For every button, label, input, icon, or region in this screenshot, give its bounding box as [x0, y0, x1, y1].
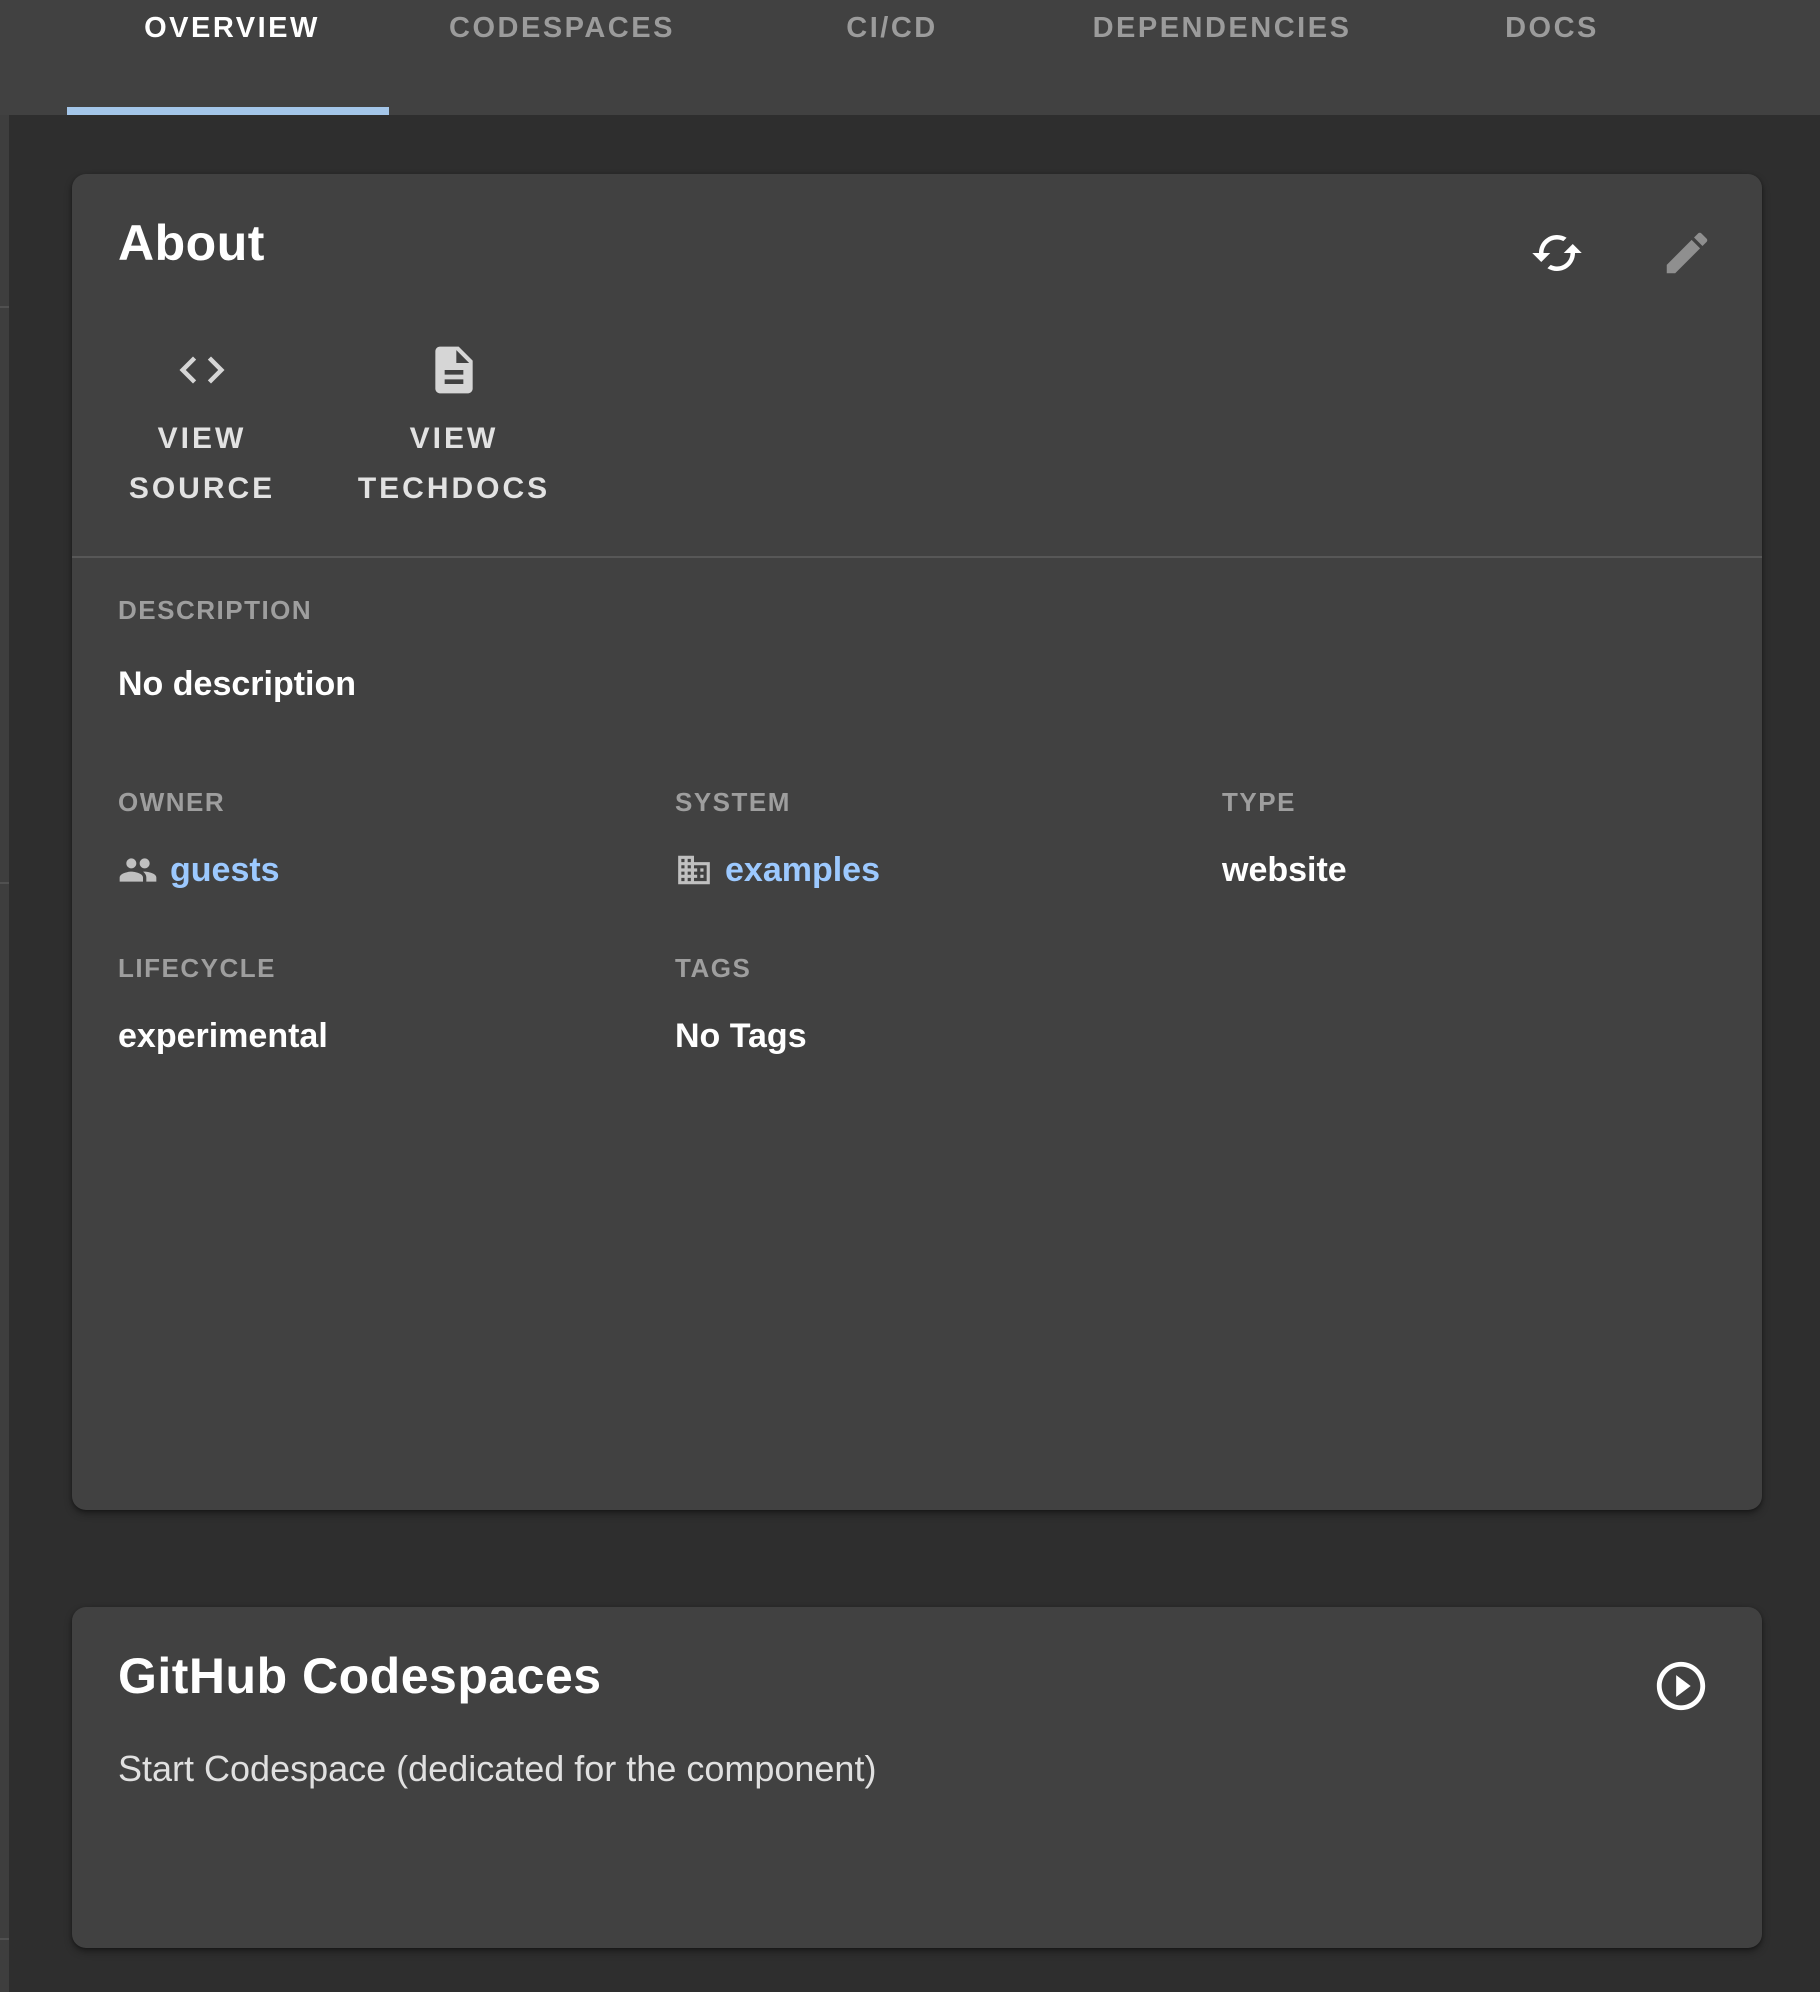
owner-label: OWNER	[118, 786, 675, 818]
view-techdocs-link[interactable]: VIEW TECHDOCS	[346, 340, 562, 514]
system-link[interactable]: examples	[725, 848, 880, 892]
entity-tab-bar: OVERVIEW CODESPACES CI/CD DEPENDENCIES D…	[0, 0, 1820, 115]
type-label: TYPE	[1222, 786, 1716, 818]
code-icon	[175, 340, 229, 400]
owner-link[interactable]: guests	[170, 848, 280, 892]
cropped-left-card-edge	[0, 115, 9, 1992]
view-source-label: VIEW SOURCE	[114, 414, 290, 514]
about-card-actions	[1530, 226, 1714, 280]
lifecycle-value: experimental	[118, 1014, 328, 1058]
tab-cicd[interactable]: CI/CD	[727, 0, 1057, 115]
about-fields-grid: OWNER guests SYSTEM examples	[118, 786, 1716, 1058]
type-field: TYPE website	[1222, 786, 1716, 892]
building-icon	[675, 851, 713, 889]
tab-docs[interactable]: DOCS	[1387, 0, 1717, 115]
view-techdocs-label: VIEW TECHDOCS	[346, 414, 562, 514]
entity-page: OVERVIEW CODESPACES CI/CD DEPENDENCIES D…	[0, 0, 1820, 1992]
codespaces-card-subtitle: Start Codespace (dedicated for the compo…	[118, 1747, 876, 1791]
description-value: No description	[118, 662, 356, 706]
tags-label: TAGS	[675, 952, 1222, 984]
github-codespaces-card: GitHub Codespaces Start Codespace (dedic…	[72, 1607, 1762, 1948]
about-card-title: About	[118, 214, 265, 272]
play-circle-icon[interactable]	[1652, 1657, 1710, 1715]
about-card: About VIEW SOURCE VIEW TECHDOCS	[72, 174, 1762, 1510]
empty-cell	[1222, 952, 1716, 1058]
codespaces-card-title: GitHub Codespaces	[118, 1647, 602, 1705]
tab-overview[interactable]: OVERVIEW	[67, 0, 397, 115]
tab-codespaces[interactable]: CODESPACES	[397, 0, 727, 115]
techdocs-icon	[426, 340, 482, 400]
refresh-icon[interactable]	[1530, 226, 1584, 280]
description-label: DESCRIPTION	[118, 594, 312, 626]
tab-dependencies[interactable]: DEPENDENCIES	[1057, 0, 1387, 115]
system-field: SYSTEM examples	[675, 786, 1222, 892]
divider	[0, 1938, 9, 1940]
owner-field: OWNER guests	[118, 786, 675, 892]
tags-value: No Tags	[675, 1014, 807, 1058]
lifecycle-field: LIFECYCLE experimental	[118, 952, 675, 1058]
system-label: SYSTEM	[675, 786, 1222, 818]
edit-icon[interactable]	[1660, 226, 1714, 280]
divider	[0, 306, 9, 308]
about-quick-links: VIEW SOURCE VIEW TECHDOCS	[114, 340, 562, 514]
view-source-link[interactable]: VIEW SOURCE	[114, 340, 290, 514]
tab-list: OVERVIEW CODESPACES CI/CD DEPENDENCIES D…	[67, 0, 1820, 115]
type-value: website	[1222, 848, 1347, 892]
tags-field: TAGS No Tags	[675, 952, 1222, 1058]
active-tab-indicator	[67, 107, 389, 115]
people-icon	[118, 850, 158, 890]
about-card-divider	[72, 556, 1762, 558]
lifecycle-label: LIFECYCLE	[118, 952, 675, 984]
divider	[0, 882, 9, 884]
